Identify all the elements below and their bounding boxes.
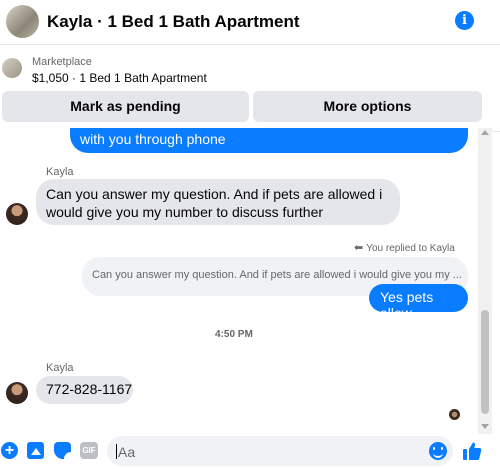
listing-summary[interactable]: $1,050 · 1 Bed 1 Bath Apartment: [32, 71, 207, 85]
gif-icon[interactable]: GIF: [80, 442, 98, 459]
conversation-header: Kayla · 1 Bed 1 Bath Apartment i: [0, 0, 500, 45]
message-composer: + GIF Aa: [0, 434, 500, 469]
emoji-icon[interactable]: [429, 442, 447, 460]
avatar[interactable]: [6, 203, 28, 225]
sticker-icon[interactable]: [54, 442, 71, 459]
incoming-message[interactable]: 772-828-1167: [36, 376, 133, 404]
sender-name: Kayla: [46, 362, 74, 374]
avatar[interactable]: [6, 382, 28, 404]
marketplace-panel: Marketplace $1,050 · 1 Bed 1 Bath Apartm…: [0, 46, 500, 132]
sender-name: Kayla: [46, 166, 74, 178]
mark-as-pending-button[interactable]: Mark as pending: [2, 91, 249, 122]
photo-icon[interactable]: [27, 442, 44, 459]
scrollbar[interactable]: [478, 128, 492, 434]
message-thread[interactable]: with you through phone Kayla Can you ans…: [0, 128, 478, 434]
conversation-title[interactable]: Kayla · 1 Bed 1 Bath Apartment: [47, 12, 300, 32]
listing-thumbnail[interactable]: [2, 58, 22, 78]
listing-avatar[interactable]: [6, 5, 39, 38]
outgoing-message[interactable]: Yes pets allow: [369, 284, 468, 321]
reply-arrow-icon: ⬅: [354, 242, 364, 254]
reply-indicator: ⬅ You replied to Kayla: [354, 241, 455, 254]
plus-icon[interactable]: +: [1, 442, 18, 459]
scroll-down-arrow-icon[interactable]: [481, 424, 489, 429]
timestamp: 4:50 PM: [215, 329, 253, 340]
info-icon[interactable]: i: [455, 11, 474, 30]
outgoing-message[interactable]: with you through phone: [70, 128, 468, 153]
text-caret: [116, 444, 117, 459]
incoming-message[interactable]: Can you answer my question. And if pets …: [36, 179, 400, 225]
message-input[interactable]: Aa: [107, 436, 453, 466]
scrollbar-thumb[interactable]: [481, 310, 489, 414]
marketplace-label: Marketplace: [32, 56, 92, 68]
read-receipt-avatar: [449, 409, 460, 420]
scroll-up-arrow-icon[interactable]: [481, 130, 489, 135]
more-options-button[interactable]: More options: [253, 91, 482, 122]
thumbs-up-icon[interactable]: [462, 441, 482, 461]
reply-indicator-label: You replied to Kayla: [366, 243, 455, 254]
message-input-placeholder: Aa: [118, 444, 136, 460]
